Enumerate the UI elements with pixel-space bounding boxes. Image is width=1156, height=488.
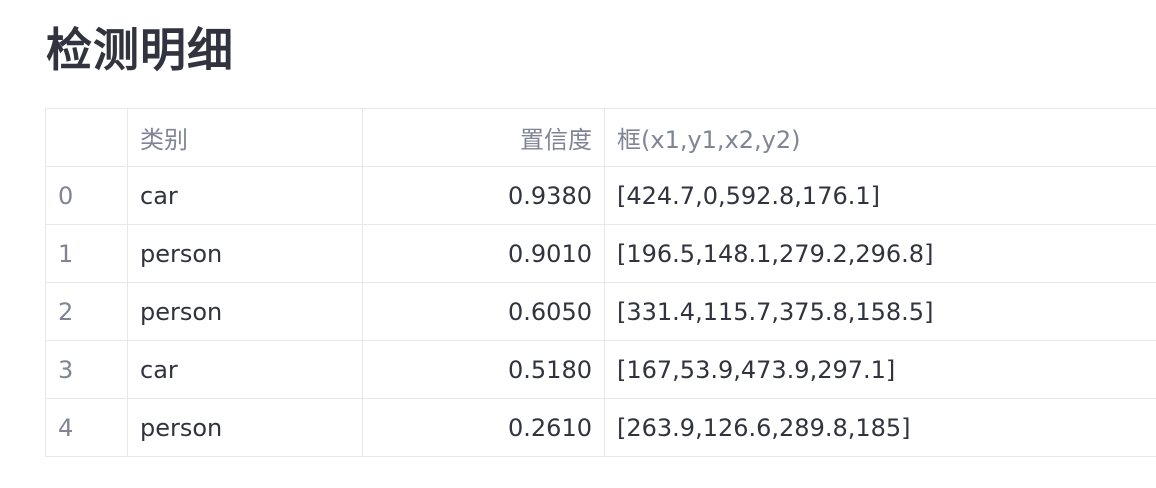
cell-confidence[interactable]: 0.9010 [362,224,605,283]
cell-class[interactable]: person [127,282,363,341]
cell-box[interactable]: [424.7,0,592.8,176.1] [604,166,1156,225]
row-index: 2 [45,282,128,341]
cell-box[interactable]: [196.5,148.1,279.2,296.8] [604,224,1156,283]
row-index: 3 [45,340,128,399]
row-index: 4 [45,398,128,457]
column-header-index[interactable] [45,108,128,167]
cell-class[interactable]: person [127,224,363,283]
table-row: 2 person 0.6050 [331.4,115.7,375.8,158.5… [45,282,1156,341]
cell-box[interactable]: [167,53.9,473.9,297.1] [604,340,1156,399]
page: 检测明细 类别 置信度 框(x1,y1,x2,y2) 0 car 0.9380 [0,0,1156,488]
table-row: 0 car 0.9380 [424.7,0,592.8,176.1] [45,166,1156,225]
detection-table-container: 类别 置信度 框(x1,y1,x2,y2) 0 car 0.9380 [424.… [45,108,1156,457]
cell-confidence[interactable]: 0.5180 [362,340,605,399]
table-header-row: 类别 置信度 框(x1,y1,x2,y2) [45,108,1156,167]
cell-class[interactable]: car [127,166,363,225]
row-index: 0 [45,166,128,225]
table-row: 4 person 0.2610 [263.9,126.6,289.8,185] [45,398,1156,457]
cell-confidence[interactable]: 0.9380 [362,166,605,225]
cell-box[interactable]: [263.9,126.6,289.8,185] [604,398,1156,457]
table-row: 3 car 0.5180 [167,53.9,473.9,297.1] [45,340,1156,399]
page-title: 检测明细 [46,23,234,77]
column-header-box[interactable]: 框(x1,y1,x2,y2) [604,108,1156,167]
column-header-confidence[interactable]: 置信度 [362,108,605,167]
table-row: 1 person 0.9010 [196.5,148.1,279.2,296.8… [45,224,1156,283]
cell-confidence[interactable]: 0.6050 [362,282,605,341]
cell-box[interactable]: [331.4,115.7,375.8,158.5] [604,282,1156,341]
cell-class[interactable]: person [127,398,363,457]
row-index: 1 [45,224,128,283]
cell-class[interactable]: car [127,340,363,399]
detection-table: 类别 置信度 框(x1,y1,x2,y2) 0 car 0.9380 [424.… [45,108,1156,457]
column-header-class[interactable]: 类别 [127,108,363,167]
cell-confidence[interactable]: 0.2610 [362,398,605,457]
